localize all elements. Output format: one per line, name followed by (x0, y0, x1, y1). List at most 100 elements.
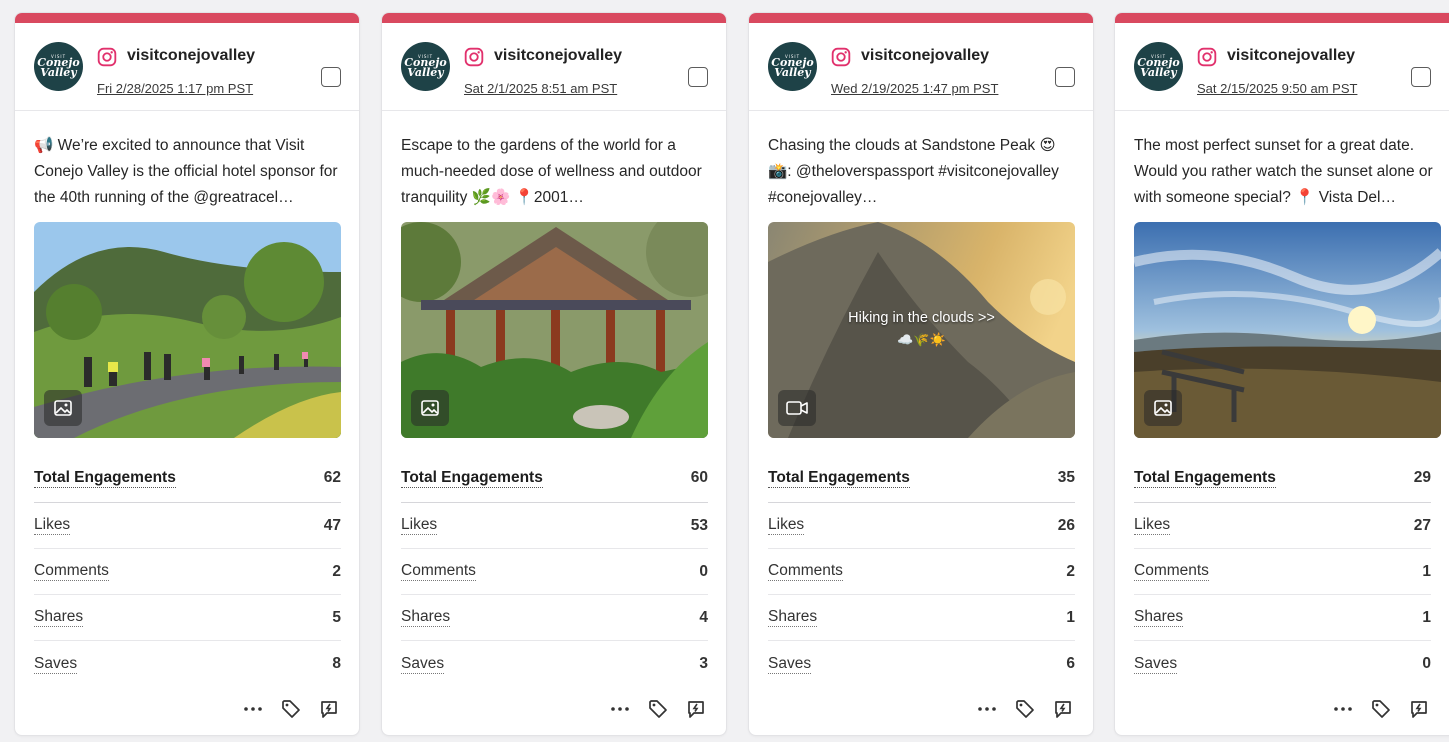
metric-row-saves: Saves 0 (1134, 654, 1431, 674)
post-media[interactable] (401, 222, 708, 438)
accent-bar (749, 13, 1093, 23)
select-checkbox[interactable] (321, 67, 341, 87)
post-card: VISIT Conejo Valley visitconejovalley Sa… (1114, 12, 1449, 736)
select-checkbox[interactable] (1411, 67, 1431, 87)
account-name[interactable]: visitconejovalley (494, 47, 622, 65)
metric-row-saves: Saves 6 (768, 654, 1075, 674)
metric-row-shares: Shares 4 (401, 595, 708, 641)
tag-button[interactable] (279, 697, 303, 721)
post-header: VISIT Conejo Valley visitconejovalley We… (749, 23, 1093, 111)
metric-row-total-engagements: Total Engagements 62 (34, 467, 341, 503)
post-caption: Chasing the clouds at Sandstone Peak 😍 📸… (768, 137, 1059, 206)
post-caption: Escape to the gardens of the world for a… (401, 137, 702, 206)
post-media[interactable]: Hiking in the clouds >> ☁️🌾☀️ (768, 222, 1075, 438)
image-icon (1154, 400, 1172, 416)
accent-bar (382, 13, 726, 23)
accent-bar (15, 13, 359, 23)
tag-button[interactable] (1369, 697, 1393, 721)
accent-bar (1115, 13, 1449, 23)
instagram-icon (464, 47, 484, 67)
boost-icon (688, 701, 704, 718)
boost-icon (321, 701, 337, 718)
boost-button[interactable] (684, 697, 708, 721)
account-name[interactable]: visitconejovalley (1227, 47, 1355, 65)
post-header: VISIT Conejo Valley visitconejovalley Sa… (382, 23, 726, 111)
post-date-link[interactable]: Fri 2/28/2025 1:17 pm PST (97, 81, 253, 96)
metric-row-total-engagements: Total Engagements 60 (401, 467, 708, 503)
post-card: VISIT Conejo Valley visitconejovalley We… (748, 12, 1094, 736)
account-name[interactable]: visitconejovalley (127, 47, 255, 65)
boost-button[interactable] (317, 697, 341, 721)
post-date-link[interactable]: Sat 2/1/2025 8:51 am PST (464, 81, 617, 96)
post-header: VISIT Conejo Valley visitconejovalley Fr… (15, 23, 359, 111)
metric-row-shares: Shares 5 (34, 595, 341, 641)
metric-row-shares: Shares 1 (768, 595, 1075, 641)
boost-icon (1055, 701, 1071, 718)
instagram-icon (831, 47, 851, 67)
metric-row-likes: Likes 53 (401, 503, 708, 549)
post-caption: 📢 We’re excited to announce that Visit C… (34, 137, 338, 206)
metrics-table: Total Engagements 62 Likes 47 Comments 2 Sh… (34, 467, 341, 687)
post-date-link[interactable]: Sat 2/15/2025 9:50 am PST (1197, 81, 1357, 96)
instagram-icon (1197, 47, 1217, 67)
video-badge (778, 390, 816, 426)
metric-row-total-engagements: Total Engagements 29 (1134, 467, 1431, 503)
video-overlay-emoji: ☁️🌾☀️ (897, 332, 946, 347)
more-horizontal-icon (611, 707, 629, 711)
video-camera-icon (786, 401, 808, 415)
image-badge (44, 390, 82, 426)
more-button[interactable] (608, 697, 632, 721)
boost-button[interactable] (1407, 697, 1431, 721)
image-icon (54, 400, 72, 416)
post-card: VISIT Conejo Valley visitconejovalley Sa… (381, 12, 727, 736)
metric-row-comments: Comments 2 (768, 549, 1075, 595)
tag-icon (282, 700, 300, 718)
post-caption: The most perfect sunset for a great date… (1134, 137, 1433, 206)
metric-row-total-engagements: Total Engagements 35 (768, 467, 1075, 503)
more-horizontal-icon (978, 707, 996, 711)
more-button[interactable] (1331, 697, 1355, 721)
avatar[interactable]: VISIT Conejo Valley (34, 42, 83, 91)
post-header: VISIT Conejo Valley visitconejovalley Sa… (1115, 23, 1449, 111)
card-actions (241, 697, 341, 721)
metric-row-likes: Likes 27 (1134, 503, 1431, 549)
select-checkbox[interactable] (688, 67, 708, 87)
metrics-table: Total Engagements 35 Likes 26 Comments 2 Sh… (768, 467, 1075, 687)
metric-row-comments: Comments 2 (34, 549, 341, 595)
more-horizontal-icon (244, 707, 262, 711)
tag-button[interactable] (646, 697, 670, 721)
metric-row-saves: Saves 8 (34, 654, 341, 674)
post-media[interactable] (34, 222, 341, 438)
avatar[interactable]: VISIT Conejo Valley (1134, 42, 1183, 91)
avatar[interactable]: VISIT Conejo Valley (768, 42, 817, 91)
image-badge (1144, 390, 1182, 426)
account-name[interactable]: visitconejovalley (861, 47, 989, 65)
instagram-icon (97, 47, 117, 67)
card-actions (975, 697, 1075, 721)
metric-row-shares: Shares 1 (1134, 595, 1431, 641)
boost-button[interactable] (1051, 697, 1075, 721)
more-horizontal-icon (1334, 707, 1352, 711)
metric-row-saves: Saves 3 (401, 654, 708, 674)
tag-icon (649, 700, 667, 718)
metric-row-comments: Comments 0 (401, 549, 708, 595)
more-button[interactable] (975, 697, 999, 721)
tag-icon (1372, 700, 1390, 718)
metrics-table: Total Engagements 29 Likes 27 Comments 1 Sh… (1134, 467, 1431, 687)
post-card: VISIT Conejo Valley visitconejovalley Fr… (14, 12, 360, 736)
card-actions (608, 697, 708, 721)
more-button[interactable] (241, 697, 265, 721)
image-badge (411, 390, 449, 426)
card-actions (1331, 697, 1431, 721)
tag-icon (1016, 700, 1034, 718)
metric-row-likes: Likes 47 (34, 503, 341, 549)
avatar[interactable]: VISIT Conejo Valley (401, 42, 450, 91)
tag-button[interactable] (1013, 697, 1037, 721)
post-media[interactable] (1134, 222, 1441, 438)
select-checkbox[interactable] (1055, 67, 1075, 87)
video-overlay-text: Hiking in the clouds >> (848, 310, 995, 326)
image-icon (421, 400, 439, 416)
post-date-link[interactable]: Wed 2/19/2025 1:47 pm PST (831, 81, 998, 96)
metric-row-likes: Likes 26 (768, 503, 1075, 549)
metric-row-comments: Comments 1 (1134, 549, 1431, 595)
